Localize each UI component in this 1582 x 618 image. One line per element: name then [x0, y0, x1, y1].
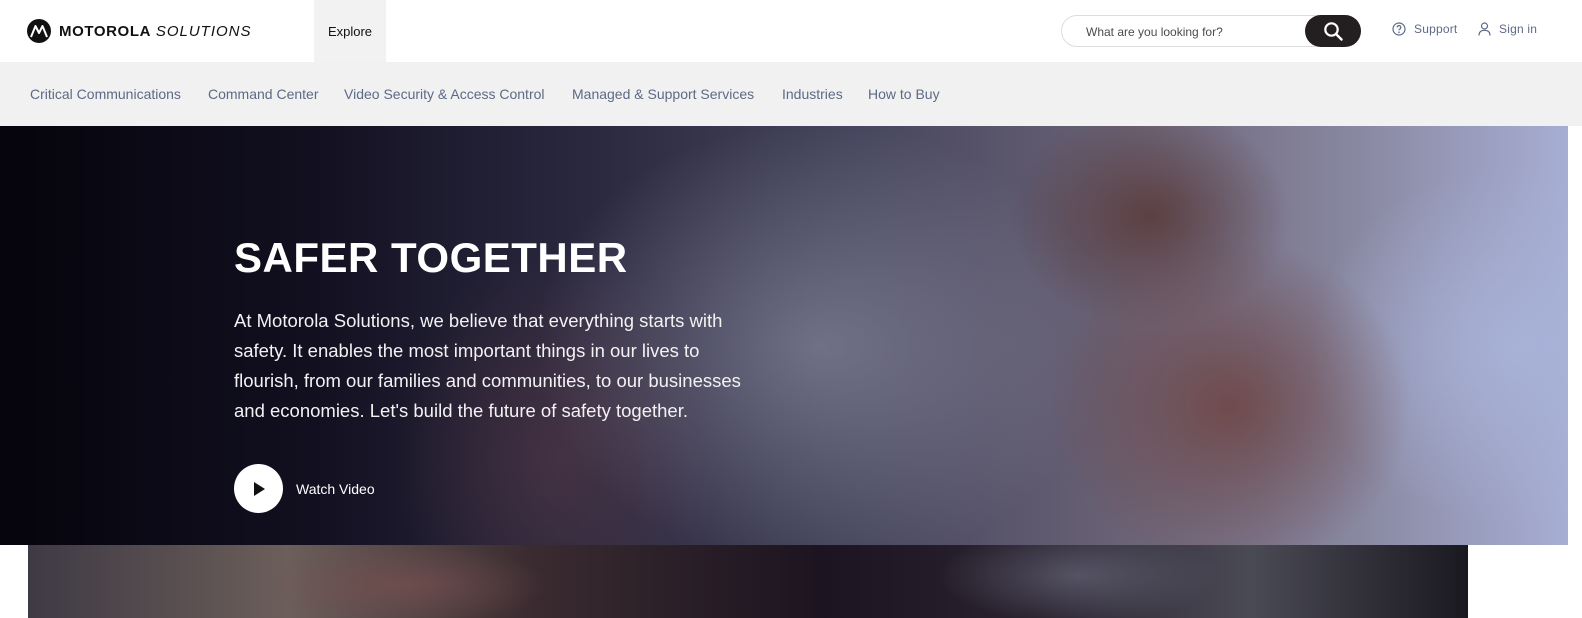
watch-video-label: Watch Video: [296, 480, 375, 497]
nav-item-critical-communications[interactable]: Critical Communications: [30, 86, 181, 102]
nav-item-video-security[interactable]: Video Security & Access Control: [344, 86, 545, 102]
page-gutter: [1568, 126, 1582, 545]
nav-item-managed-support[interactable]: Managed & Support Services: [572, 86, 754, 102]
search-input[interactable]: [1086, 22, 1296, 42]
hero-title: SAFER TOGETHER: [234, 234, 628, 281]
play-button[interactable]: [234, 464, 283, 513]
motorola-batwing-logo-icon: [27, 19, 51, 43]
play-icon: [253, 481, 265, 496]
hero-body: At Motorola Solutions, we believe that e…: [234, 310, 741, 421]
top-header: MOTOROLA SOLUTIONS Explore Support: [0, 0, 1582, 62]
search-icon: [1324, 22, 1343, 41]
user-icon: [1478, 22, 1491, 36]
nav-item-how-to-buy[interactable]: How to Buy: [868, 86, 940, 102]
brand-wordmark-bold: MOTOROLA: [59, 22, 152, 40]
secondary-media-banner: [28, 545, 1468, 618]
nav-item-command-center[interactable]: Command Center: [208, 86, 319, 102]
support-link-label: Support: [1414, 22, 1458, 36]
search-box: [1061, 15, 1361, 47]
hero-banner: SAFER TOGETHER At Motorola Solutions, we…: [0, 126, 1568, 545]
brand-wordmark: MOTOROLA SOLUTIONS: [59, 23, 252, 40]
watch-video-button[interactable]: Watch Video: [234, 464, 375, 513]
page-gutter-left: [0, 545, 28, 618]
search-button[interactable]: [1305, 15, 1361, 47]
support-link[interactable]: Support: [1392, 22, 1457, 36]
sign-in-link[interactable]: Sign in: [1478, 22, 1537, 36]
brand-wordmark-light: SOLUTIONS: [155, 22, 252, 40]
explore-tab-label: Explore: [327, 23, 373, 39]
primary-nav: Critical Communications Command Center V…: [0, 62, 1582, 126]
sign-in-link-label: Sign in: [1499, 22, 1538, 36]
brand-logo-link[interactable]: MOTOROLA SOLUTIONS: [27, 18, 252, 44]
help-circle-icon: [1392, 22, 1406, 36]
explore-tab[interactable]: Explore: [314, 0, 386, 62]
nav-item-industries[interactable]: Industries: [782, 86, 843, 102]
